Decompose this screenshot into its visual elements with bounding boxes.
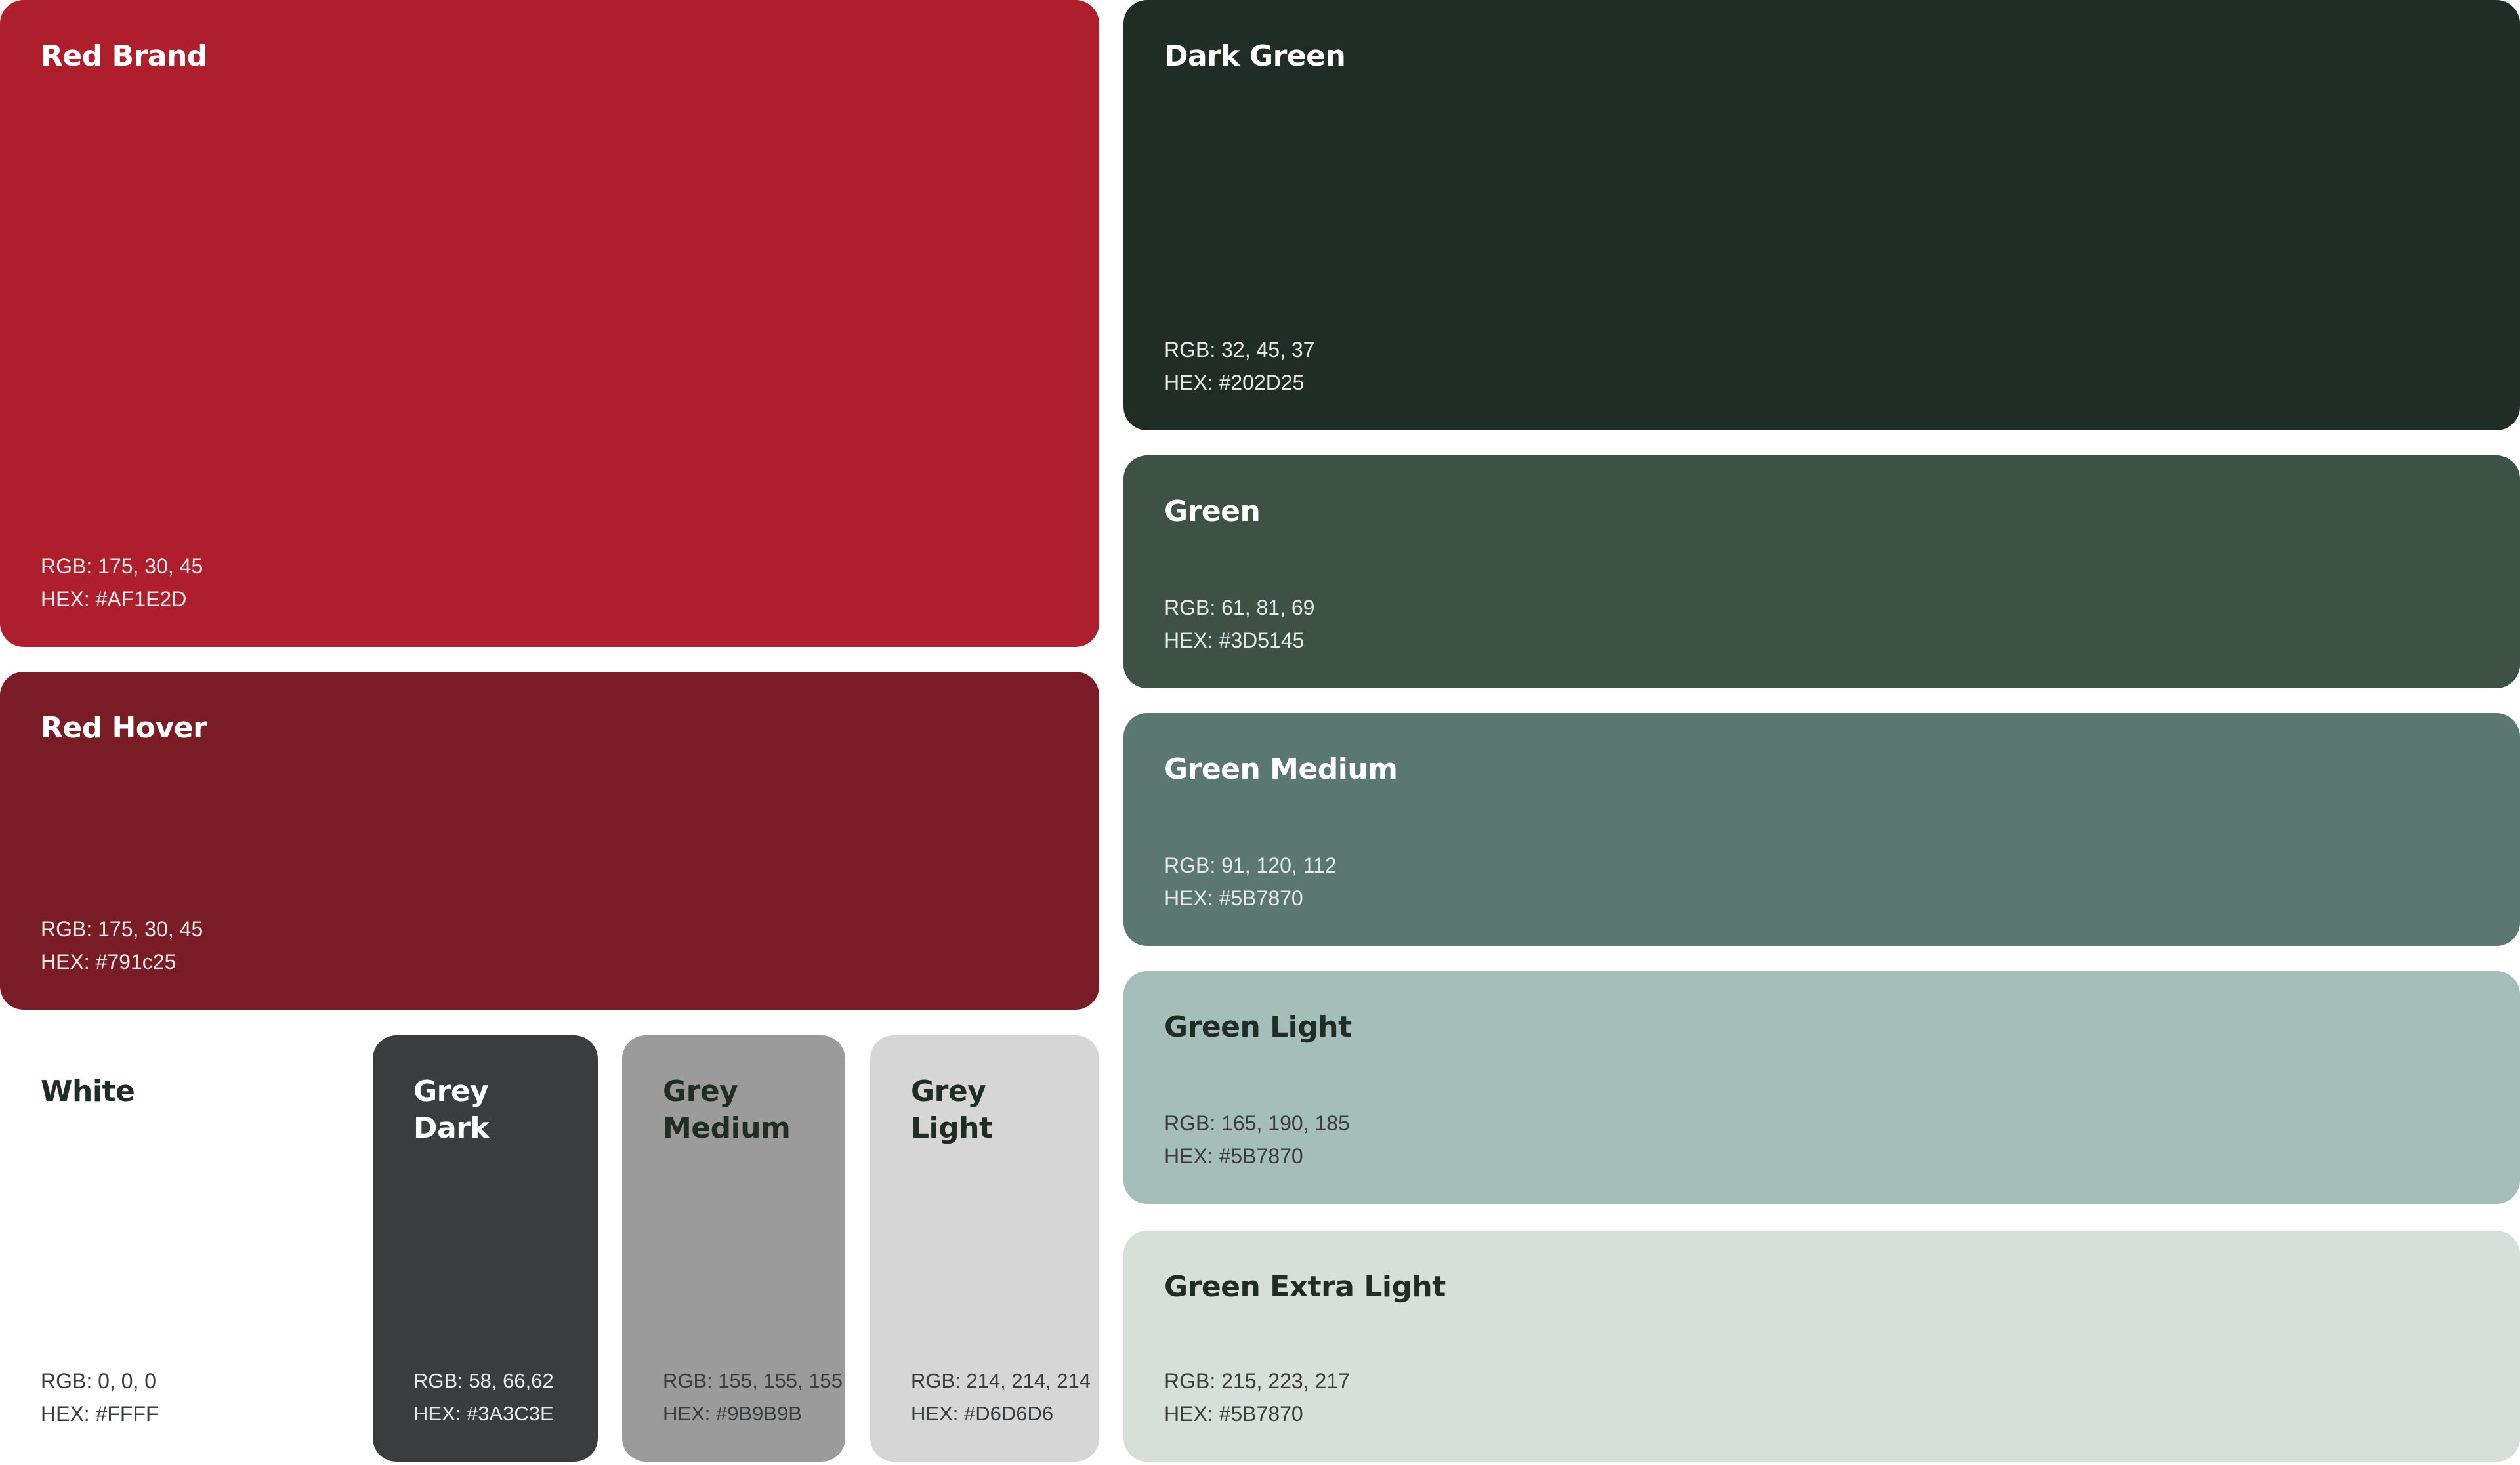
- hex-value: HEX: #5B7870: [1164, 1144, 1303, 1168]
- swatch-title: Dark Green: [1164, 39, 1346, 73]
- hex-value: HEX: #5B7870: [1164, 1402, 1303, 1426]
- swatch-green-medium: Green Medium RGB: 91, 120, 112 HEX: #5B7…: [1124, 713, 2520, 946]
- swatch-title: Green Medium: [1164, 753, 1398, 786]
- rgb-value: RGB: 61, 81, 69: [1164, 596, 1315, 619]
- swatch-values: RGB: 165, 190, 185 HEX: #5B7870: [1164, 1107, 1350, 1172]
- rgb-value: RGB: 175, 30, 45: [41, 917, 203, 941]
- hex-value: HEX: #5B7870: [1164, 886, 1303, 910]
- hex-value: HEX: #FFFF: [41, 1402, 159, 1426]
- swatch-title: Green: [1164, 495, 1261, 528]
- swatch-green-light: Green Light RGB: 165, 190, 185 HEX: #5B7…: [1124, 971, 2520, 1204]
- hex-value: HEX: #D6D6D6: [911, 1402, 1054, 1425]
- hex-value: HEX: #3D5145: [1164, 629, 1305, 652]
- hex-value: HEX: #791c25: [41, 950, 177, 974]
- swatch-title: Grey Medium: [663, 1075, 791, 1145]
- swatch-white: White RGB: 0, 0, 0 HEX: #FFFF: [0, 1035, 341, 1462]
- swatch-title: Red Hover: [41, 711, 207, 745]
- swatch-values: RGB: 58, 66,62 HEX: #3A3C3E: [413, 1365, 554, 1430]
- swatch-values: RGB: 0, 0, 0 HEX: #FFFF: [41, 1365, 159, 1430]
- swatch-title: Green Light: [1164, 1010, 1352, 1044]
- swatch-green-extra-light: Green Extra Light RGB: 215, 223, 217 HEX…: [1124, 1231, 2520, 1462]
- rgb-value: RGB: 165, 190, 185: [1164, 1111, 1350, 1135]
- swatch-red-brand: Red Brand RGB: 175, 30, 45 HEX: #AF1E2D: [0, 0, 1099, 647]
- swatch-values: RGB: 215, 223, 217 HEX: #5B7870: [1164, 1365, 1350, 1430]
- rgb-value: RGB: 0, 0, 0: [41, 1369, 157, 1393]
- swatch-green: Green RGB: 61, 81, 69 HEX: #3D5145: [1124, 455, 2520, 688]
- rgb-value: RGB: 214, 214, 214: [911, 1369, 1091, 1392]
- swatch-title: White: [41, 1075, 135, 1108]
- hex-value: HEX: #3A3C3E: [413, 1402, 554, 1425]
- swatch-title: Grey Light: [911, 1075, 993, 1145]
- swatch-values: RGB: 61, 81, 69 HEX: #3D5145: [1164, 591, 1314, 657]
- swatch-values: RGB: 32, 45, 37 HEX: #202D25: [1164, 333, 1314, 399]
- swatch-values: RGB: 91, 120, 112 HEX: #5B7870: [1164, 849, 1337, 915]
- swatch-grey-light: Grey Light RGB: 214, 214, 214 HEX: #D6D6…: [870, 1035, 1099, 1462]
- swatch-title: Green Extra Light: [1164, 1270, 1446, 1304]
- rgb-value: RGB: 91, 120, 112: [1164, 854, 1337, 877]
- swatch-grey-medium: Grey Medium RGB: 155, 155, 155 HEX: #9B9…: [622, 1035, 845, 1462]
- hex-value: HEX: #9B9B9B: [663, 1402, 802, 1425]
- swatch-grey-dark: Grey Dark RGB: 58, 66,62 HEX: #3A3C3E: [373, 1035, 598, 1462]
- swatch-red-hover: Red Hover RGB: 175, 30, 45 HEX: #791c25: [0, 672, 1099, 1010]
- swatch-values: RGB: 175, 30, 45 HEX: #AF1E2D: [41, 550, 203, 615]
- rgb-value: RGB: 215, 223, 217: [1164, 1369, 1350, 1393]
- swatch-values: RGB: 214, 214, 214 HEX: #D6D6D6: [911, 1365, 1091, 1430]
- swatch-values: RGB: 155, 155, 155 HEX: #9B9B9B: [663, 1365, 843, 1430]
- hex-value: HEX: #202D25: [1164, 371, 1305, 394]
- swatch-title: Grey Dark: [413, 1075, 490, 1145]
- swatch-dark-green: Dark Green RGB: 32, 45, 37 HEX: #202D25: [1124, 0, 2520, 430]
- rgb-value: RGB: 32, 45, 37: [1164, 338, 1315, 361]
- hex-value: HEX: #AF1E2D: [41, 587, 187, 611]
- swatch-title: Red Brand: [41, 39, 207, 73]
- rgb-value: RGB: 58, 66,62: [413, 1369, 554, 1392]
- rgb-value: RGB: 175, 30, 45: [41, 554, 203, 578]
- rgb-value: RGB: 155, 155, 155: [663, 1369, 843, 1392]
- swatch-values: RGB: 175, 30, 45 HEX: #791c25: [41, 913, 203, 978]
